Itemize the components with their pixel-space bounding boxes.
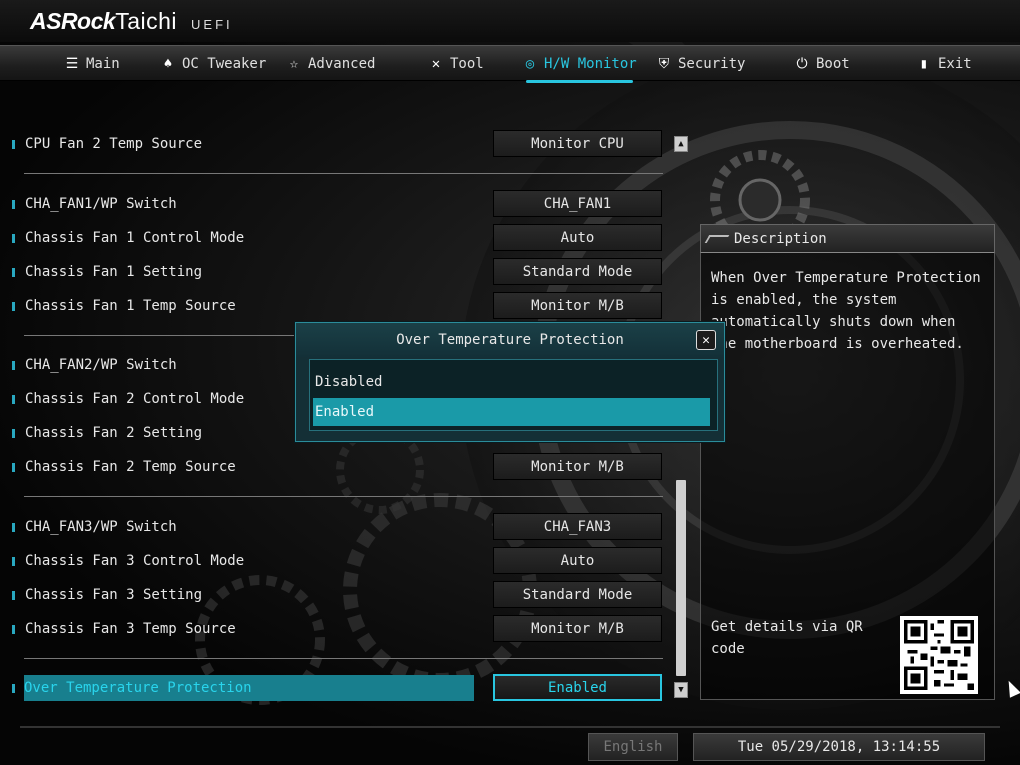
setting-chassis-fan3-setting[interactable]: Chassis Fan 3 Setting xyxy=(10,582,470,608)
setting-chassis-fan3-temp-source[interactable]: Chassis Fan 3 Temp Source xyxy=(10,616,470,642)
setting-value[interactable]: Auto xyxy=(493,224,662,251)
setting-value[interactable]: CHA_FAN3 xyxy=(493,513,662,540)
setting-value[interactable]: Monitor CPU xyxy=(493,130,662,157)
tab-security[interactable]: ⛨ Security xyxy=(656,46,746,82)
setting-chassis-fan1-setting[interactable]: Chassis Fan 1 Setting xyxy=(10,259,470,285)
bullet-icon xyxy=(12,556,15,566)
bullet-icon xyxy=(12,301,15,311)
setting-chassis-fan1-control-mode[interactable]: Chassis Fan 1 Control Mode xyxy=(10,225,470,251)
setting-value[interactable]: Auto xyxy=(493,547,662,574)
option-enabled[interactable]: Enabled xyxy=(313,398,710,426)
setting-value[interactable]: Standard Mode xyxy=(493,258,662,285)
globe-icon: ◎ xyxy=(525,56,535,72)
bullet-icon xyxy=(12,199,15,209)
tab-main[interactable]: ☰ Main xyxy=(64,46,120,82)
footer-bar xyxy=(20,726,1000,728)
bullet-icon xyxy=(12,139,15,149)
bullet-icon xyxy=(12,428,15,438)
flame-icon: ♠ xyxy=(163,56,173,72)
setting-cha-fan3-wp-switch[interactable]: CHA_FAN3/WP Switch xyxy=(10,514,470,540)
setting-value[interactable]: Standard Mode xyxy=(493,581,662,608)
popup-title: Over Temperature Protection xyxy=(296,323,724,357)
option-disabled[interactable]: Disabled xyxy=(313,368,710,396)
setting-value[interactable]: Monitor M/B xyxy=(493,453,662,480)
setting-cha-fan1-wp-switch[interactable]: CHA_FAN1/WP Switch xyxy=(10,191,470,217)
group-separator xyxy=(24,496,663,497)
qr-code-icon xyxy=(900,616,978,694)
setting-value[interactable]: Monitor M/B xyxy=(493,615,662,642)
brand-logo: ASRockTaichi UEFI xyxy=(30,8,233,34)
group-separator xyxy=(24,173,663,174)
exit-door-icon: ▮ xyxy=(919,56,929,72)
setting-chassis-fan1-temp-source[interactable]: Chassis Fan 1 Temp Source xyxy=(10,293,470,319)
bullet-icon xyxy=(12,683,15,693)
setting-chassis-fan2-temp-source[interactable]: Chassis Fan 2 Temp Source xyxy=(10,454,470,480)
setting-cpu-fan2-temp-source[interactable]: CPU Fan 2 Temp Source xyxy=(10,131,470,157)
tab-oc-tweaker[interactable]: ♠ OC Tweaker xyxy=(160,46,267,82)
main-navigation: ☰ Main ♠ OC Tweaker ☆ Advanced ✕ Tool ◎ H/W M… xyxy=(0,45,1020,83)
star-icon: ☆ xyxy=(289,56,299,72)
scroll-up-icon[interactable]: ▲ xyxy=(674,136,688,152)
description-heading: Description xyxy=(700,224,995,252)
tab-exit[interactable]: ▮ Exit xyxy=(916,46,972,82)
setting-value[interactable]: CHA_FAN1 xyxy=(493,190,662,217)
qr-label: Get details via QR code xyxy=(711,619,863,657)
tab-tool[interactable]: ✕ Tool xyxy=(428,46,484,82)
scroll-thumb[interactable] xyxy=(676,480,686,676)
setting-over-temperature-protection[interactable]: Over Temperature Protection xyxy=(12,675,474,701)
group-separator xyxy=(24,658,663,659)
datetime-display: Tue 05/29/2018, 13:14:55 xyxy=(693,733,985,761)
bullet-icon xyxy=(12,462,15,472)
tab-hw-monitor[interactable]: ◎ H/W Monitor xyxy=(522,46,637,83)
setting-value[interactable]: Monitor M/B xyxy=(493,292,662,319)
bullet-icon xyxy=(12,267,15,277)
close-icon[interactable]: ✕ xyxy=(696,330,716,350)
shield-icon: ⛨ xyxy=(658,56,670,72)
language-button[interactable]: English xyxy=(588,733,678,761)
description-text: When Over Temperature Protection is enab… xyxy=(711,270,981,352)
tab-advanced[interactable]: ☆ Advanced xyxy=(286,46,376,82)
bullet-icon xyxy=(12,624,15,634)
bullet-icon xyxy=(12,394,15,404)
bullet-icon xyxy=(12,233,15,243)
bullet-icon xyxy=(12,360,15,370)
bullet-icon xyxy=(12,590,15,600)
bullet-icon xyxy=(12,522,15,532)
top-bar: ASRockTaichi UEFI xyxy=(0,0,1020,42)
tab-boot[interactable]: ⏻ Boot xyxy=(794,46,849,82)
setting-chassis-fan3-control-mode[interactable]: Chassis Fan 3 Control Mode xyxy=(10,548,470,574)
power-icon: ⏻ xyxy=(796,56,808,72)
setting-value-selected[interactable]: Enabled xyxy=(493,674,662,701)
scroll-down-icon[interactable]: ▼ xyxy=(674,682,688,698)
tools-icon: ✕ xyxy=(431,56,441,72)
list-icon: ☰ xyxy=(65,56,79,72)
